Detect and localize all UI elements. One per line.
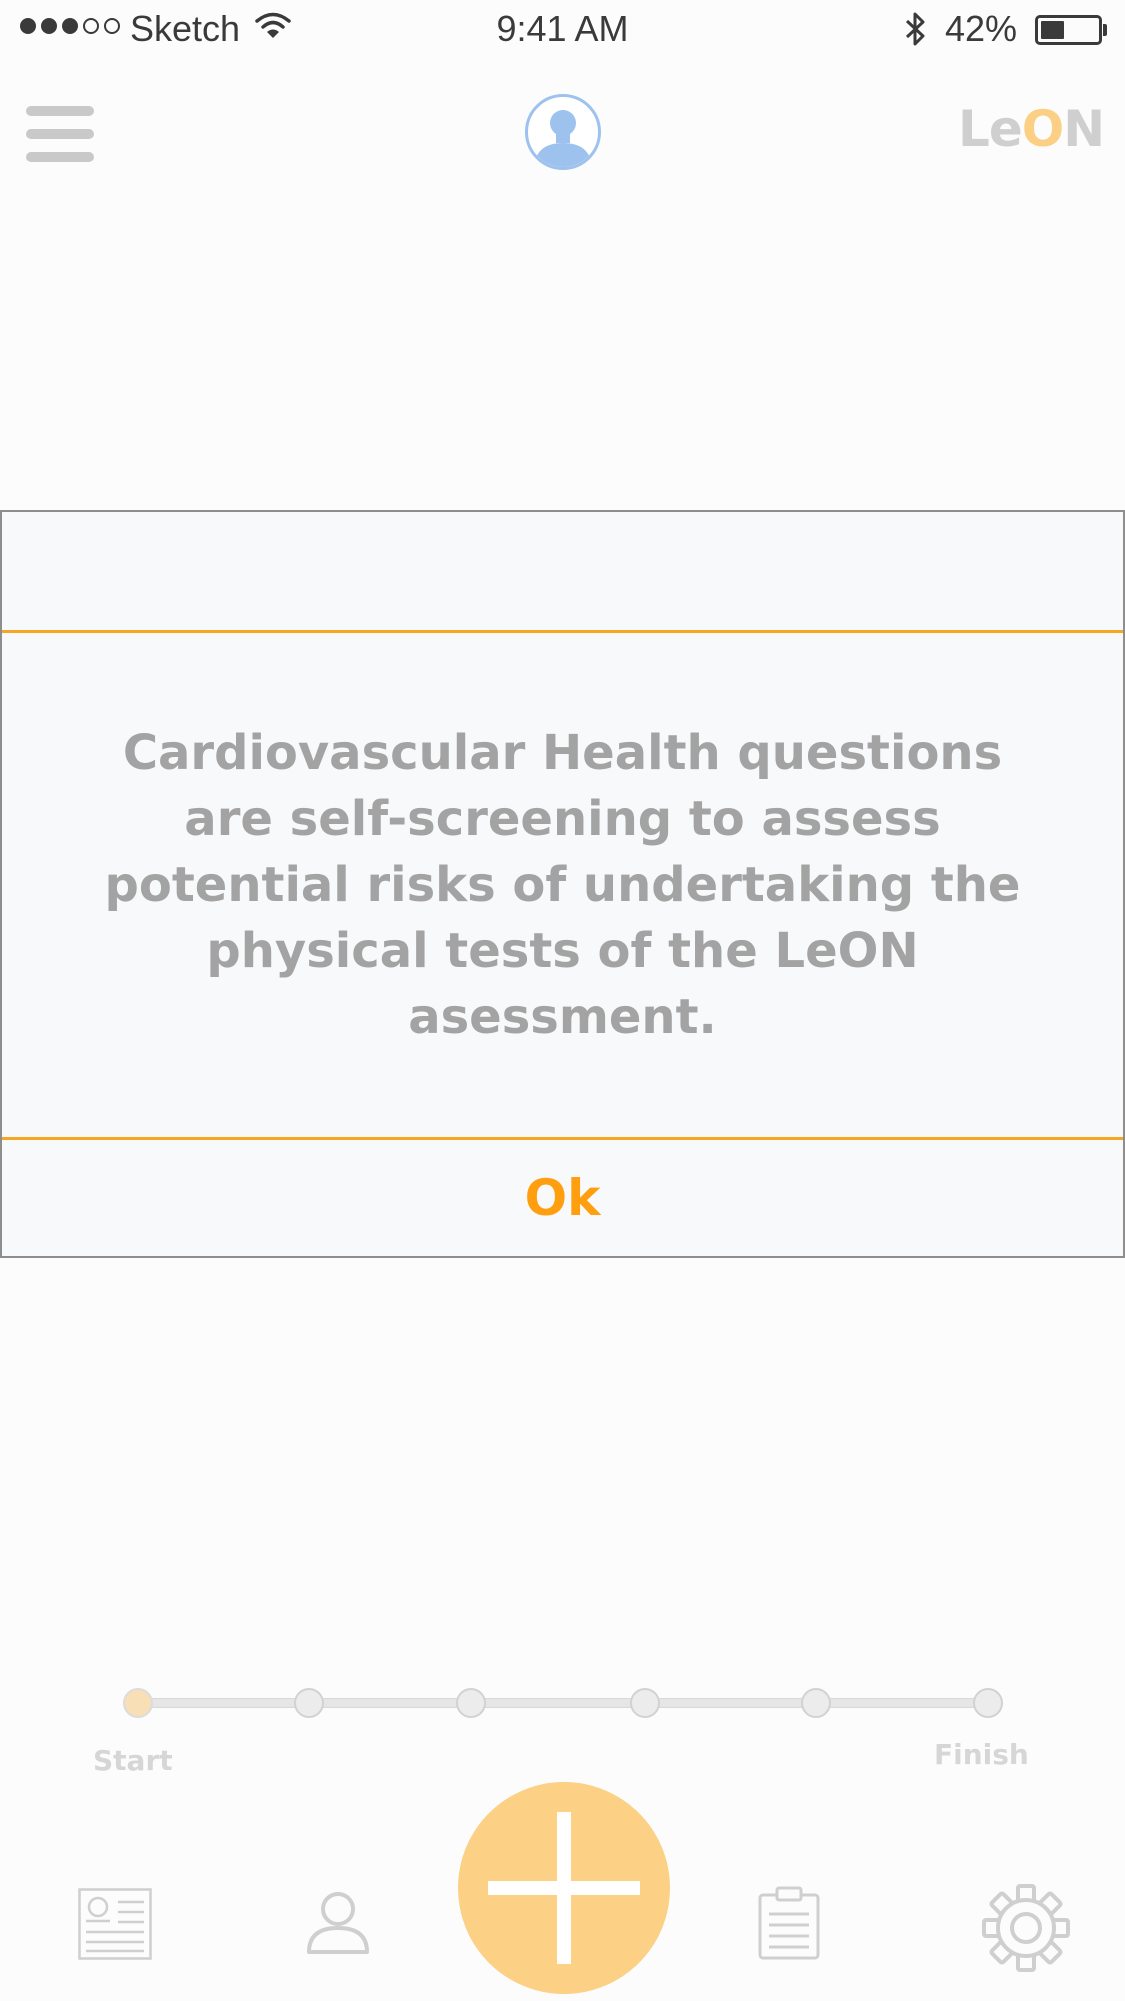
leon-logo: LeON xyxy=(958,100,1105,158)
user-avatar-icon[interactable] xyxy=(525,94,601,170)
news-icon[interactable] xyxy=(78,1888,152,1964)
bluetooth-icon xyxy=(903,10,929,53)
progress-step-5 xyxy=(801,1688,831,1718)
ok-button[interactable]: Ok xyxy=(2,1140,1123,1256)
progress-step-2 xyxy=(294,1688,324,1718)
progress-track xyxy=(138,1698,988,1708)
battery-nub xyxy=(1103,24,1107,36)
progress-start-label: Start xyxy=(93,1744,173,1777)
settings-gear-icon[interactable] xyxy=(980,1882,1072,1978)
info-dialog: Cardiovascular Health questions are self… xyxy=(0,510,1125,1258)
add-button[interactable] xyxy=(458,1782,670,1994)
clipboard-icon[interactable] xyxy=(757,1886,821,1964)
hamburger-menu-icon[interactable] xyxy=(26,106,94,162)
progress-step-6 xyxy=(973,1688,1003,1718)
dialog-message: Cardiovascular Health questions are self… xyxy=(104,725,1021,1045)
profile-icon[interactable] xyxy=(306,1890,370,1958)
progress-step-3 xyxy=(456,1688,486,1718)
dialog-divider-top xyxy=(2,630,1123,633)
progress-finish-label: Finish xyxy=(934,1738,1029,1771)
progress-step-4 xyxy=(630,1688,660,1718)
battery-percentage: 42% xyxy=(945,8,1018,49)
battery-icon xyxy=(1035,15,1102,45)
status-bar: Sketch 9:41 AM 42% xyxy=(0,0,1125,60)
progress-step-1 xyxy=(123,1688,153,1718)
